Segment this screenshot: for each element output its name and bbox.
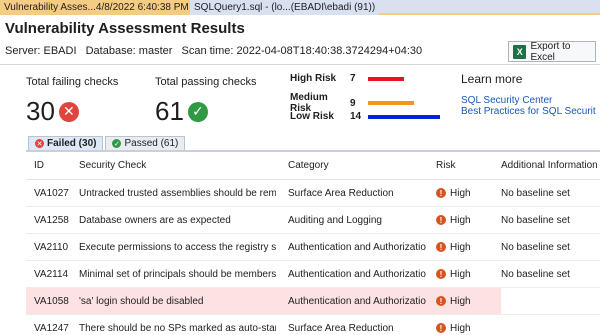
cell-security-check: Database owners are as expected [79, 214, 231, 226]
cell-category: Authentication and Authorization [288, 268, 426, 280]
page-title: Vulnerability Assessment Results [5, 20, 245, 37]
risk-name: High Risk [290, 73, 337, 84]
passing-count-value: 61 [155, 96, 184, 126]
risk-name: Low Risk [290, 111, 334, 122]
learn-more-heading: Learn more [461, 72, 523, 86]
cell-risk: ! High [426, 234, 501, 260]
cell-id: VA1058 [26, 288, 71, 314]
failing-checks-count: 30 ✕ [26, 96, 79, 127]
high-risk-icon: ! [436, 215, 446, 225]
cell-category: Authentication and Authorization [288, 241, 426, 253]
table-row[interactable]: VA2114 Minimal set of principals should b… [26, 261, 600, 288]
passed-icon: ✓ [112, 139, 122, 148]
table-row[interactable]: VA1247 There should be no SPs marked as a… [26, 315, 600, 335]
risk-count: 7 [350, 73, 356, 84]
passing-checks-label: Total passing checks [155, 76, 257, 88]
cell-security-check: There should be no SPs marked as auto-st… [79, 322, 276, 334]
passed-check-icon: ✓ [187, 101, 208, 122]
cell-additional-info [501, 315, 600, 335]
passing-checks-count: 61 ✓ [155, 96, 208, 127]
tab-vulnerability-assessment[interactable]: Vulnerability Asses...4/8/2022 6:40:38 P… [0, 0, 213, 15]
cell-id: VA2110 [34, 241, 69, 253]
link-best-practices[interactable]: Best Practices for SQL Securit [461, 106, 600, 117]
cell-category: Auditing and Logging [288, 214, 382, 226]
risk-bar [368, 76, 404, 81]
risk-count: 14 [350, 111, 362, 122]
failing-count-value: 30 [26, 96, 55, 126]
risk-label: High [450, 322, 471, 334]
cell-risk: ! High [426, 315, 501, 335]
cell-id: VA1027 [34, 187, 69, 199]
table-row[interactable]: VA1258 Database owners are as expected Aud… [26, 207, 600, 234]
link-sql-security-center[interactable]: SQL Security Center [461, 95, 600, 106]
failing-checks-label: Total failing checks [26, 76, 119, 88]
cell-additional-info: No baseline set [501, 187, 570, 199]
failed-x-icon: ✕ [58, 101, 79, 122]
table-body: VA1027 Untracked trusted assemblies shoul… [26, 180, 600, 335]
risk-row: High Risk 7 [290, 73, 404, 84]
cell-security-check: 'sa' login should be disabled [71, 288, 276, 314]
cell-id: VA2114 [34, 268, 69, 280]
column-header-id[interactable]: ID [26, 152, 71, 179]
tab-sqlquery1[interactable]: SQLQuery1.sql - (lo...(EBADI\ebadi (91)) [190, 0, 380, 15]
tab-label: Vulnerability Asses...4/8/2022 6:40:38 P… [4, 2, 189, 13]
scan-time-label: Scan time: 2022-04-08T18:40:38.3724294+0… [181, 45, 423, 57]
cell-additional-info: No baseline set [501, 268, 570, 280]
risk-label: High [450, 295, 471, 307]
export-label: Export to Excel [530, 40, 571, 63]
tab-failed-label: Failed (30) [47, 138, 97, 149]
risk-count: 9 [350, 97, 356, 109]
high-risk-icon: ! [436, 323, 446, 333]
risk-bar [368, 101, 414, 105]
database-label: Database: master [85, 45, 173, 57]
high-risk-icon: ! [436, 296, 446, 306]
cell-category: Authentication and Authorization [276, 288, 426, 314]
column-header-category[interactable]: Category [276, 152, 426, 179]
cell-category: Surface Area Reduction [288, 187, 394, 199]
cell-id: VA1258 [34, 214, 69, 226]
tab-label: SQLQuery1.sql - (lo...(EBADI\ebadi (91)) [194, 2, 376, 13]
cell-security-check: Minimal set of principals should be memb… [79, 268, 276, 280]
high-risk-icon: ! [436, 242, 446, 252]
cell-security-check: Untracked trusted assemblies should be r… [79, 187, 276, 199]
high-risk-icon: ! [436, 188, 446, 198]
tab-passed-label: Passed (61) [124, 138, 179, 149]
document-tab-strip: Vulnerability Asses...4/8/2022 6:40:38 P… [0, 0, 600, 15]
risk-label: High [450, 214, 471, 226]
table-row[interactable]: VA1058'sa' login should be disabled Authe… [26, 288, 600, 315]
cell-id: VA1247 [34, 322, 69, 334]
column-header-risk[interactable]: Risk [426, 152, 501, 179]
excel-icon: X [513, 44, 527, 59]
header-divider [0, 64, 600, 65]
column-header-security-check[interactable]: Security Check [71, 152, 276, 179]
failed-icon: ✕ [35, 139, 44, 148]
tab-passed[interactable]: ✓ Passed (61) [105, 136, 186, 150]
cell-additional-info: No baseline set [501, 241, 570, 253]
risk-label: High [450, 241, 471, 253]
cell-risk: ! High [426, 288, 501, 314]
risk-row: Low Risk 14 [290, 111, 440, 122]
high-risk-icon: ! [436, 269, 446, 279]
table-header: ID Security Check Category Risk Addition… [26, 152, 600, 180]
cell-security-check: Execute permissions to access the regist… [79, 241, 276, 253]
results-table: ID Security Check Category Risk Addition… [26, 152, 600, 335]
table-row[interactable]: VA2110 Execute permissions to access the … [26, 234, 600, 261]
cell-risk: ! High [426, 180, 501, 206]
risk-label: High [450, 187, 471, 199]
cell-additional-info: No baseline set [501, 214, 570, 226]
server-label: Server: EBADI [5, 45, 77, 57]
table-row[interactable]: VA1027 Untracked trusted assemblies shoul… [26, 180, 600, 207]
column-header-additional-info[interactable]: Additional Information [501, 152, 600, 179]
cell-risk: ! High [426, 261, 501, 287]
cell-risk: ! High [426, 207, 501, 233]
tab-failed[interactable]: ✕ Failed (30) [28, 136, 104, 150]
result-tabs: ✕ Failed (30) ✓ Passed (61) [28, 136, 186, 150]
risk-bar [368, 114, 440, 119]
risk-label: High [450, 268, 471, 280]
cell-category: Surface Area Reduction [288, 322, 394, 334]
cell-additional-info [501, 288, 600, 314]
scan-metadata: Server: EBADI Database: master Scan time… [5, 45, 428, 57]
export-to-excel-button[interactable]: X Export to Excel [508, 40, 596, 63]
